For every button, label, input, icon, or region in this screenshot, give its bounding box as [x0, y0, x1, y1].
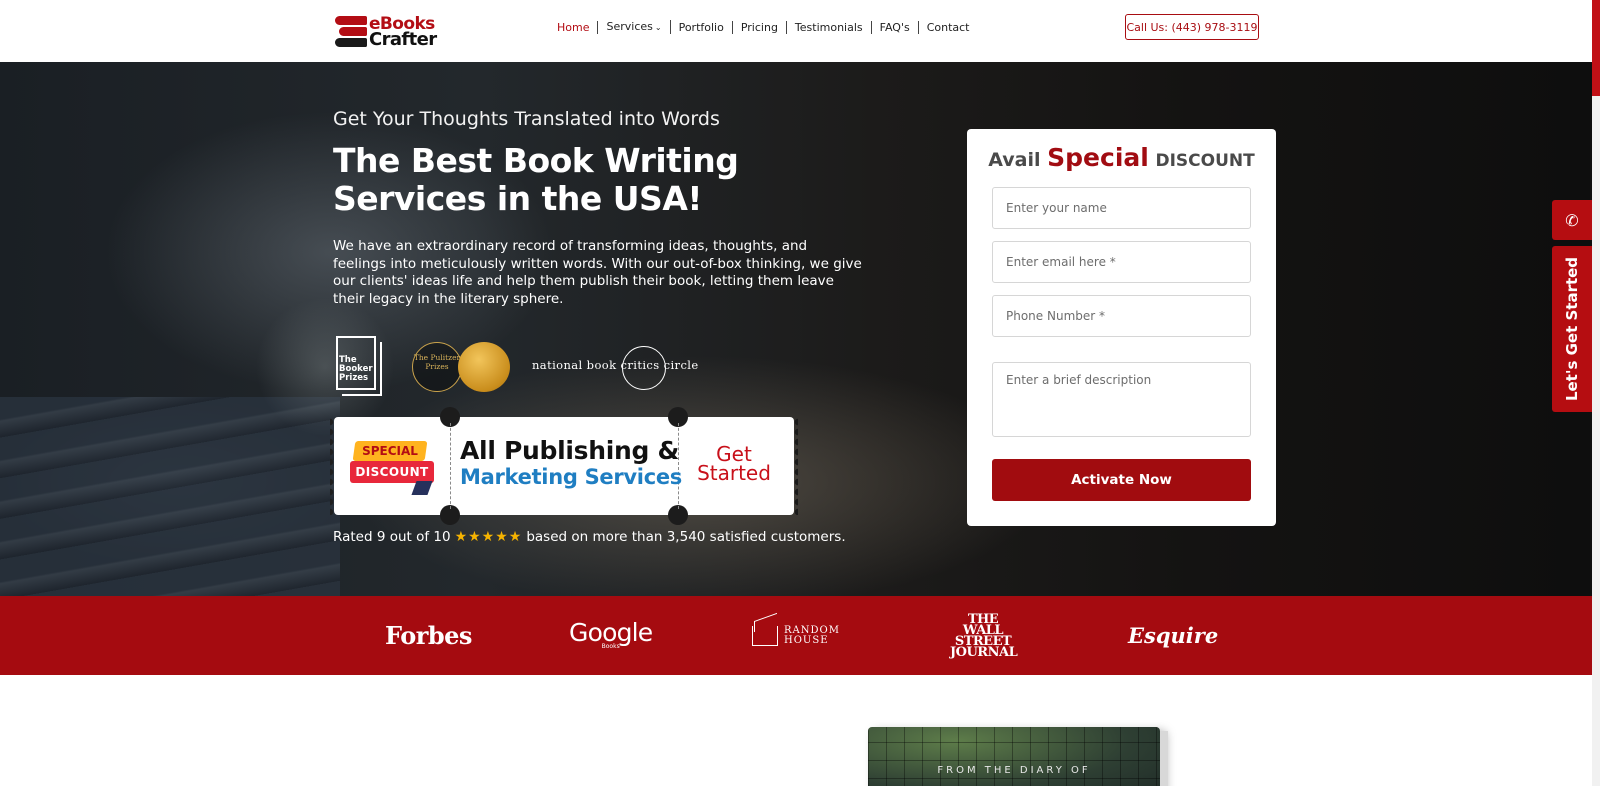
side-get-started-label: Let's Get Started: [1563, 256, 1581, 402]
book-cover-image: FROM THE DIARY OF: [868, 727, 1160, 786]
nav-home[interactable]: Home: [549, 20, 599, 34]
form-title-special: Special: [1047, 143, 1149, 172]
nav-contact[interactable]: Contact: [919, 21, 978, 34]
email-field[interactable]: [992, 241, 1251, 283]
book-page-edge: [1160, 731, 1168, 786]
rating-prefix: Rated 9 out of 10: [333, 529, 451, 545]
name-field[interactable]: [992, 187, 1251, 229]
phone-field[interactable]: [992, 295, 1251, 337]
random-house-logo: RANDOM HOUSE: [752, 596, 840, 675]
hero-kicker: Get Your Thoughts Translated into Words: [333, 108, 720, 130]
side-get-started-tab[interactable]: Let's Get Started: [1552, 246, 1592, 412]
pulitzer-prize-logo: The Pulitzer Prizes: [412, 342, 512, 392]
booker-prize-text: The Booker Prizes: [339, 355, 373, 383]
form-title-post: DISCOUNT: [1155, 151, 1255, 171]
book-cover-text: FROM THE DIARY OF: [937, 765, 1091, 776]
nav-services[interactable]: Services ⌄: [598, 20, 671, 34]
ticket-get-started-button[interactable]: Get Started: [684, 444, 784, 483]
hero-title: The Best Book Writing Services in the US…: [333, 141, 739, 218]
site-header: eBooks Crafter Home Services ⌄ Portfolio …: [0, 0, 1592, 62]
pulitzer-prize-text: The Pulitzer Prizes: [413, 353, 461, 371]
special-discount-badge: SPECIAL DISCOUNT: [348, 441, 434, 497]
logo-text-line2: Crafter: [369, 29, 437, 50]
side-phone-button[interactable]: ✆: [1552, 200, 1592, 240]
google-logo-text: Google: [569, 617, 653, 647]
rating-suffix: based on more than 3,540 satisfied custo…: [526, 529, 846, 545]
ticket-line1: All Publishing &: [460, 436, 679, 465]
nav-pricing[interactable]: Pricing: [733, 20, 787, 34]
activate-now-button[interactable]: Activate Now: [992, 459, 1251, 501]
ticket-offer-text: All Publishing & Marketing Services: [460, 436, 683, 490]
random-house-text: RANDOM HOUSE: [784, 624, 840, 646]
form-title-pre: Avail: [988, 149, 1041, 171]
chevron-down-icon: ⌄: [654, 23, 662, 32]
nav-portfolio[interactable]: Portfolio: [671, 20, 733, 34]
main-nav: Home Services ⌄ Portfolio Pricing Testimo…: [549, 20, 978, 34]
page-scrollbar[interactable]: [1592, 0, 1600, 786]
special-discount-ticket[interactable]: SPECIAL DISCOUNT All Publishing & Market…: [330, 407, 798, 525]
badge-special-text: SPECIAL: [362, 444, 418, 458]
rating-stars-icon: ★★★★★: [454, 529, 523, 545]
pulitzer-medal-icon: [458, 342, 510, 392]
customer-rating: Rated 9 out of 10 ★★★★★ based on more th…: [333, 529, 846, 545]
nav-faqs[interactable]: FAQ's: [872, 20, 919, 34]
nbcc-text: national book critics circle: [532, 358, 699, 372]
call-us-button[interactable]: Call Us: (443) 978-3119: [1125, 14, 1259, 40]
ticket-line2: Marketing Services: [460, 465, 683, 489]
nav-services-label: Services: [606, 20, 653, 33]
random-house-icon: [752, 625, 778, 646]
google-books-logo: Google Books: [569, 596, 653, 675]
badge-discount-text: DISCOUNT: [355, 465, 429, 479]
description-field[interactable]: [992, 362, 1251, 437]
google-books-subtext: Books: [601, 642, 620, 650]
awards-row: The Booker Prizes The Pulitzer Prizes na…: [336, 336, 716, 396]
form-title: Avail Special DISCOUNT: [967, 143, 1276, 172]
discount-form-card: Avail Special DISCOUNT Activate Now: [967, 129, 1276, 526]
wsj-logo: THE WALL STREET JOURNAL: [950, 596, 1018, 675]
booker-prize-logo: The Booker Prizes: [336, 336, 382, 396]
hero-description: We have an extraordinary record of trans…: [333, 238, 862, 307]
forbes-logo: Forbes: [385, 621, 472, 650]
esquire-logo: Esquire: [1128, 623, 1219, 648]
press-logos-bar: Forbes Google Books RANDOM HOUSE THE WAL…: [0, 596, 1592, 675]
scrollbar-thumb[interactable]: [1592, 0, 1600, 96]
wsj-text: THE WALL STREET JOURNAL: [950, 611, 1018, 660]
nbcc-logo: national book critics circle: [532, 346, 712, 390]
phone-icon: ✆: [1565, 210, 1579, 230]
site-logo[interactable]: eBooks Crafter: [335, 14, 437, 50]
nav-testimonials[interactable]: Testimonials: [787, 20, 872, 34]
logo-books-icon: [335, 15, 367, 49]
